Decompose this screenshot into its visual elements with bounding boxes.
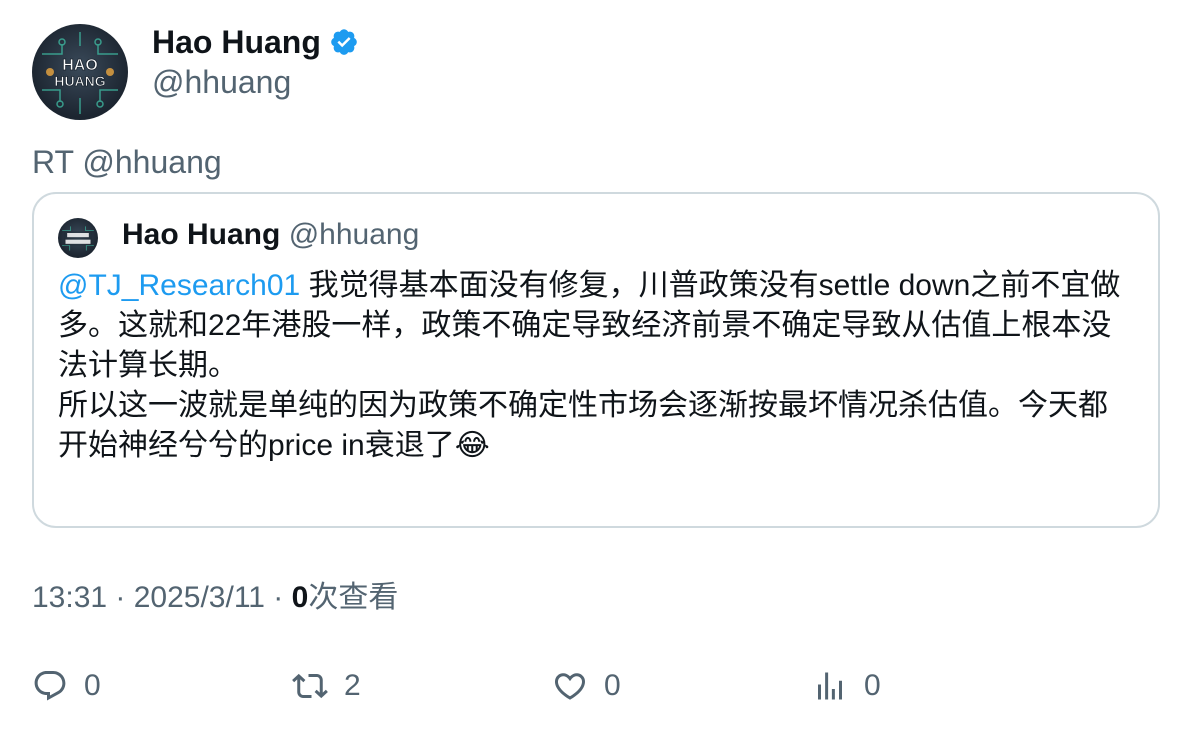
quoted-text-part2: 所以这一波就是单纯的因为政策不确定性市场会逐渐按最坏情况杀估值。今天都开始神经兮… bbox=[58, 389, 1108, 462]
quoted-author-name[interactable]: Hao Huang bbox=[122, 218, 280, 251]
views-button[interactable]: 0 bbox=[812, 664, 881, 708]
quoted-tweet-card[interactable]: Hao Huang @hhuang @TJ_Research01 我觉得基本面没… bbox=[32, 192, 1160, 528]
action-bar: 0 2 0 0 bbox=[32, 664, 1132, 708]
avatar-text-line2: HUANG bbox=[54, 73, 105, 89]
quoted-author-avatar[interactable] bbox=[58, 218, 98, 258]
retweet-count: 2 bbox=[344, 669, 361, 702]
retweet-label: RT @hhuang bbox=[32, 144, 222, 180]
quoted-tweet-text: @TJ_Research01 我觉得基本面没有修复，川普政策没有settle d… bbox=[58, 266, 1134, 466]
views-count: 0 bbox=[291, 581, 309, 614]
tweet-meta: 13:31 · 2025/3/11 · 0次查看 bbox=[32, 578, 398, 618]
like-button[interactable]: 0 bbox=[552, 664, 621, 708]
avatar-text-line1: HAO bbox=[62, 57, 98, 74]
avatar-image: HAO HUANG bbox=[42, 32, 118, 114]
retweet-button[interactable]: 2 bbox=[292, 664, 361, 708]
reply-count: 0 bbox=[84, 669, 101, 702]
views-action-count: 0 bbox=[864, 669, 881, 702]
mention-link[interactable]: @TJ_Research01 bbox=[58, 269, 300, 302]
verified-badge-icon bbox=[331, 29, 357, 55]
author-handle[interactable]: @hhuang bbox=[152, 62, 291, 102]
views-label: 次查看 bbox=[308, 581, 399, 614]
like-count: 0 bbox=[604, 669, 621, 702]
author-name[interactable]: Hao Huang bbox=[152, 22, 321, 62]
author-name-row[interactable]: Hao Huang bbox=[152, 22, 359, 62]
author-avatar[interactable]: HAO HUANG bbox=[32, 24, 128, 120]
tweet-timestamp[interactable]: 13:31 · 2025/3/11 · bbox=[32, 581, 292, 614]
analytics-icon bbox=[818, 672, 842, 700]
reply-button[interactable]: 0 bbox=[32, 664, 101, 708]
reply-icon bbox=[34, 671, 66, 701]
quoted-tweet-header: Hao Huang @hhuang bbox=[122, 214, 419, 256]
retweet-icon bbox=[292, 673, 328, 699]
heart-icon bbox=[554, 673, 586, 700]
quoted-author-handle[interactable]: @hhuang bbox=[289, 218, 420, 251]
quoted-avatar-image bbox=[62, 226, 94, 251]
